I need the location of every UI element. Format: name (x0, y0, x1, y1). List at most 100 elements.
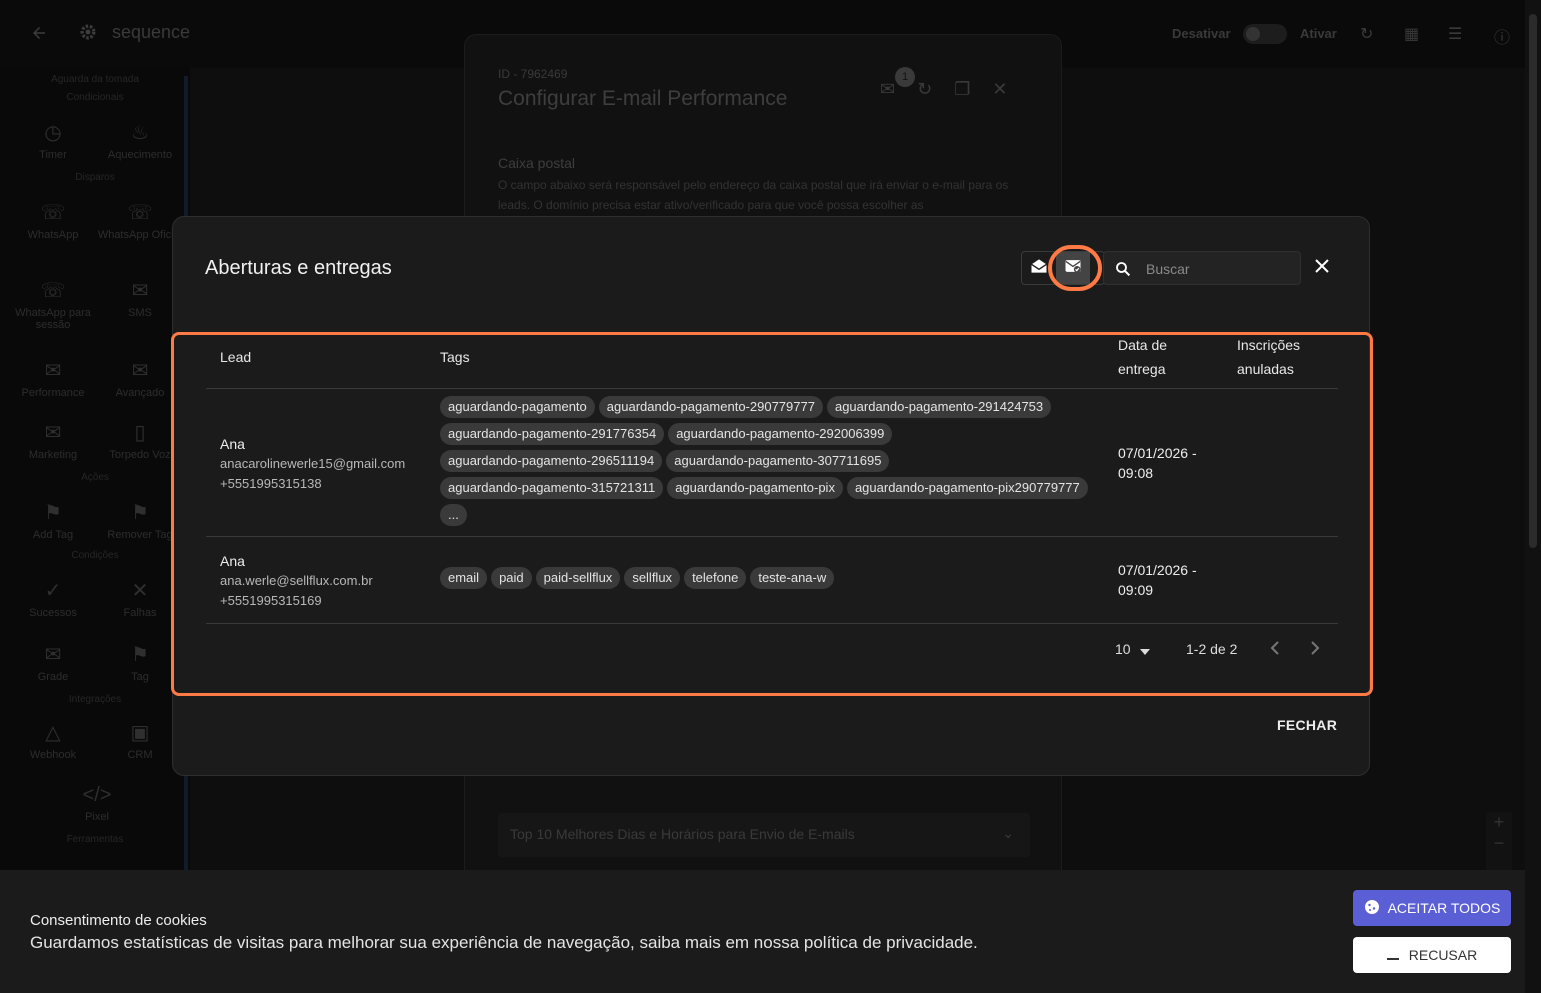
view-toggle-group (1021, 251, 1105, 285)
accept-all-button[interactable]: ACEITAR TODOS (1353, 890, 1511, 926)
activate-toggle[interactable] (1243, 24, 1287, 44)
more-tags-button[interactable]: ... (440, 504, 467, 526)
sidebar-item-label: Marketing (28, 449, 78, 461)
lead-email: anacarolinewerle15@gmail.com (220, 456, 406, 471)
tag-chip: aguardando-pagamento (440, 396, 595, 418)
tag-icon: ⚑ (44, 502, 62, 524)
row-divider (206, 623, 1338, 624)
tag-chip: email (440, 567, 488, 589)
sidebar-item-label: Add Tag (32, 529, 74, 541)
scrollbar-thumb[interactable] (1529, 14, 1537, 548)
rows-per-page-select[interactable]: 10 (1115, 641, 1151, 658)
caixa-postal-label: Caixa postal (498, 155, 576, 171)
check-icon: ✓ (44, 580, 62, 602)
sidebar-item[interactable]: </> Pixel (52, 784, 142, 823)
column-header-date-line: entrega (1118, 361, 1166, 377)
accept-all-label: ACEITAR TODOS (1387, 900, 1501, 916)
sidebar-item-label: WhatsApp (27, 229, 79, 241)
column-header-date: Data de entrega (1118, 333, 1167, 381)
sidebar-item[interactable]: ✉ Performance (8, 358, 98, 399)
sidebar-item-label: Remover Tag (107, 529, 173, 541)
mail-open-icon (1029, 256, 1049, 281)
close-icon[interactable]: ✕ (992, 79, 1007, 99)
search-box (1103, 251, 1301, 285)
sidebar-item-label: Tag (131, 671, 149, 683)
mail-open-icon[interactable]: ✉ (880, 79, 895, 99)
gear-icon[interactable] (78, 22, 98, 48)
column-header-unsub-line: Inscrições (1237, 337, 1301, 353)
sidebar-item-label: WhatsApp para sessão (15, 307, 91, 331)
sidebar-section: Ações (81, 472, 109, 483)
search-input[interactable] (1146, 258, 1286, 280)
tag-list: aguardando-pagamento aguardando-pagamento… (440, 396, 1090, 526)
zoom-in-icon[interactable]: + (1486, 812, 1512, 833)
tag-chip: aguardando-pagamento-290779777 (598, 396, 823, 418)
map-icon[interactable]: ▦ (1404, 24, 1419, 44)
next-page-button[interactable] (1310, 641, 1320, 658)
back-arrow-icon[interactable] (30, 24, 50, 44)
code-icon: </> (82, 784, 112, 806)
sidebar-section: Condições (71, 550, 119, 561)
cookie-consent-bar: Consentimento de cookies Guardamos estat… (0, 870, 1525, 993)
top10-accordion[interactable]: Top 10 Melhores Dias e Horários para Env… (498, 813, 1030, 857)
sidebar-section: Aguarda da tomada (51, 74, 139, 85)
sidebar-item[interactable]: ◷ Timer (8, 120, 98, 161)
sequence-title: sequence (112, 22, 191, 42)
tag-chip: paid (491, 567, 532, 589)
cookie-title: Consentimento de cookies (30, 912, 207, 929)
prev-page-button[interactable] (1270, 641, 1280, 658)
sidebar-item-label: Avançado (115, 387, 165, 399)
openings-toggle-button[interactable] (1022, 252, 1056, 284)
delivery-date-line: 07/01/2026 - (1118, 562, 1197, 578)
caret-down-icon (1140, 642, 1151, 658)
sidebar-item[interactable]: ♨ Aquecimento (95, 120, 185, 161)
fire-icon: ♨ (131, 122, 149, 144)
chevron-left-icon (1270, 641, 1280, 658)
lead-name: Ana (220, 436, 245, 452)
sidebar-section: Condicionais (66, 92, 124, 103)
pagination-range: 1-2 de 2 (1186, 641, 1238, 657)
delivery-date-line: 09:09 (1118, 582, 1154, 598)
sidebar-item[interactable]: △ Webhook (8, 720, 98, 761)
close-modal-button[interactable]: FECHAR (1277, 717, 1337, 733)
lead-phone: +5551995315169 (220, 593, 322, 608)
tag-chip: aguardando-pagamento-315721311 (440, 477, 664, 499)
node-sidebar: Aguarda da tomada Condicionais ◷ Timer ♨ A… (0, 68, 190, 993)
help-icon[interactable]: ⓘ (1494, 24, 1510, 48)
search-icon (1114, 260, 1132, 283)
sidebar-item[interactable]: ✉ Marketing (8, 420, 98, 461)
sidebar-item-label: Performance (21, 387, 85, 399)
column-header-tags: Tags (440, 349, 470, 365)
sidebar-section: Ferramentas (66, 834, 124, 845)
deliveries-toggle-button[interactable] (1056, 252, 1090, 284)
sidebar-item[interactable]: ⚑ Add Tag (8, 500, 98, 541)
sidebar-section: Disparos (75, 172, 115, 183)
sidebar-item[interactable]: ☏ WhatsApp para sessão (8, 278, 98, 331)
sidebar-item-label: Aquecimento (107, 149, 173, 161)
modal-close-button[interactable] (1311, 257, 1333, 279)
copy-icon[interactable]: ❐ (954, 79, 970, 99)
desativar-label: Desativar (1172, 26, 1231, 41)
tag-chip: aguardando-pagamento-307711695 (666, 450, 890, 472)
zoom-out-icon[interactable]: − (1486, 833, 1512, 854)
panel-title: Configurar E-mail Performance (498, 87, 788, 110)
page-scrollbar[interactable] (1525, 0, 1541, 993)
minus-icon (1386, 947, 1399, 963)
sidebar-item[interactable]: ✉ Grade (8, 642, 98, 683)
whatsapp-icon: ☏ (40, 280, 66, 302)
list-search-icon[interactable]: ☰ (1448, 24, 1462, 44)
sidebar-item-label: Pixel (85, 811, 109, 823)
column-header-lead: Lead (220, 349, 252, 365)
tag-chip: aguardando-pagamento-292006399 (668, 423, 893, 445)
history-icon[interactable]: ↻ (917, 79, 932, 99)
chevron-down-icon: ⌄ (1002, 825, 1014, 841)
tag-chip: teste-ana-w (750, 567, 835, 589)
refuse-button[interactable]: RECUSAR (1353, 937, 1511, 973)
delivery-date-line: 09:08 (1118, 465, 1154, 481)
sidebar-item[interactable]: ✓ Sucessos (8, 578, 98, 619)
sidebar-item-label: Grade (37, 671, 69, 683)
refresh-icon[interactable]: ↻ (1360, 24, 1373, 44)
sidebar-item[interactable]: ☏ WhatsApp (8, 200, 98, 241)
sidebar-item-label: WhatsApp Oficial (97, 229, 183, 241)
row-divider (206, 536, 1338, 537)
